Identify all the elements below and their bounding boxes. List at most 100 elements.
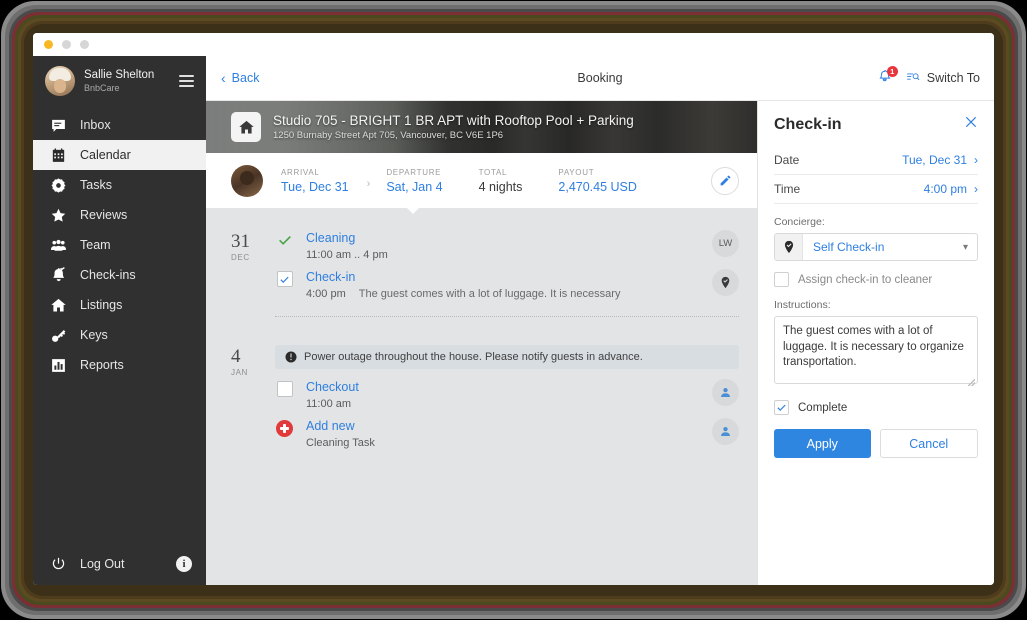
sidebar-item-team[interactable]: Team xyxy=(33,230,206,260)
task-time: 11:00 am .. 4 pm xyxy=(306,249,388,261)
summary-label: PAYOUT xyxy=(558,167,595,177)
add-task-button[interactable] xyxy=(275,418,294,437)
switch-list-icon xyxy=(906,73,920,81)
alert-icon xyxy=(285,351,297,363)
back-button[interactable]: ‹ Back xyxy=(221,71,259,85)
sidebar-item-calendar[interactable]: Calendar xyxy=(33,140,206,170)
sidebar-item-reviews[interactable]: Reviews xyxy=(33,200,206,230)
task-list: 31 DEC Cleaning 11:00 am .. 4 pm LW Chec… xyxy=(206,208,757,585)
chevron-down-icon: ▾ xyxy=(962,241,968,253)
info-icon[interactable]: i xyxy=(176,556,192,572)
chevron-right-icon: › xyxy=(974,182,978,196)
inbox-icon xyxy=(50,117,67,134)
sidebar: Sallie Shelton BnbCare Inbox Calendar Ta… xyxy=(33,56,206,585)
group-gap xyxy=(206,317,757,345)
summary-arrival: ARRIVAL Tue, Dec 31 xyxy=(281,167,349,195)
logout-button[interactable]: Log Out i xyxy=(33,543,206,585)
task-title[interactable]: Check-in xyxy=(306,269,700,286)
sidebar-item-reports[interactable]: Reports xyxy=(33,350,206,380)
sidebar-user-block[interactable]: Sallie Shelton BnbCare xyxy=(33,56,206,108)
assign-cleaner-checkbox[interactable] xyxy=(774,272,789,287)
window-dot-1[interactable] xyxy=(44,40,53,49)
sidebar-item-listings[interactable]: Listings xyxy=(33,290,206,320)
day-marker: 31 DEC xyxy=(231,230,275,317)
checkmark-icon xyxy=(777,404,786,411)
sidebar-item-keys[interactable]: Keys xyxy=(33,320,206,350)
concierge-label: Concierge: xyxy=(774,216,825,228)
task-checkbox[interactable] xyxy=(275,269,294,287)
home-icon xyxy=(50,297,67,314)
team-icon xyxy=(50,237,67,254)
date-value: Tue, Dec 31 xyxy=(902,153,967,167)
date-field[interactable]: Date Tue, Dec 31 › xyxy=(774,146,978,175)
window-dot-3[interactable] xyxy=(80,40,89,49)
summary-label: ARRIVAL xyxy=(281,167,320,177)
task-assignee-badge[interactable] xyxy=(712,379,739,406)
star-icon xyxy=(50,207,67,224)
summary-value[interactable]: Tue, Dec 31 xyxy=(281,179,349,195)
pencil-icon xyxy=(720,175,730,186)
task-done-tick-icon[interactable] xyxy=(275,230,294,248)
tasks-icon xyxy=(50,177,67,194)
window-titlebar xyxy=(33,33,994,56)
task-title[interactable]: Add new xyxy=(306,418,700,435)
instructions-wrap xyxy=(774,316,978,389)
booking-summary: ARRIVAL Tue, Dec 31 › DEPARTURE Sat, Jan… xyxy=(206,153,757,214)
day-number: 31 xyxy=(231,231,250,252)
guest-avatar xyxy=(231,164,263,197)
task-row[interactable]: Check-in 4:00 pm The guest comes with a … xyxy=(275,269,739,308)
summary-total: TOTAL 4 nights xyxy=(479,167,523,195)
summary-value: 4 nights xyxy=(478,179,523,194)
chevron-right-icon: › xyxy=(366,177,371,190)
back-label: Back xyxy=(231,71,260,85)
hamburger-icon[interactable] xyxy=(179,75,194,87)
user-icon xyxy=(721,426,730,437)
instructions-textarea[interactable] xyxy=(774,316,978,384)
apply-button[interactable]: Apply xyxy=(774,429,871,458)
assign-cleaner-label: Assign check-in to cleaner xyxy=(798,273,933,286)
summary-departure: DEPARTURE Sat, Jan 4 xyxy=(386,167,442,195)
task-title[interactable]: Checkout xyxy=(306,379,700,396)
edit-booking-button[interactable] xyxy=(711,166,739,195)
main-area: ‹ Back Booking 1 Switch To Studio 705 - … xyxy=(206,56,994,585)
sidebar-item-check-ins[interactable]: Check-ins xyxy=(33,260,206,290)
complete-checkbox[interactable] xyxy=(774,400,789,415)
task-title[interactable]: Cleaning xyxy=(306,230,700,247)
complete-row[interactable]: Complete xyxy=(774,400,978,415)
instructions-label: Instructions: xyxy=(774,299,831,311)
notifications-button[interactable]: 1 xyxy=(877,66,898,87)
booking-pane: Studio 705 - BRIGHT 1 BR APT with Roofto… xyxy=(206,101,757,585)
summary-value[interactable]: Sat, Jan 4 xyxy=(386,179,442,195)
avatar xyxy=(45,66,75,96)
concierge-value: Self Check-in xyxy=(813,240,885,254)
task-row[interactable]: Cleaning 11:00 am .. 4 pm LW xyxy=(275,230,739,269)
day-notice: Power outage throughout the house. Pleas… xyxy=(275,345,739,369)
day-number: 4 xyxy=(231,346,241,367)
task-row[interactable]: Checkout 11:00 am xyxy=(275,379,739,418)
task-assignee-badge[interactable] xyxy=(712,418,739,445)
plus-icon[interactable] xyxy=(276,420,293,437)
window-dot-2[interactable] xyxy=(62,40,71,49)
checkbox-empty-icon[interactable] xyxy=(276,381,293,397)
close-button[interactable] xyxy=(964,115,978,134)
cancel-button[interactable]: Cancel xyxy=(879,429,978,458)
concierge-select[interactable]: Self Check-in ▾ xyxy=(774,233,978,261)
user-name: Sallie Shelton xyxy=(84,69,155,81)
close-icon xyxy=(965,116,977,128)
switch-to-button[interactable]: Switch To xyxy=(905,71,980,85)
day-group: 4 JAN Power outage throughout the house.… xyxy=(206,345,757,457)
sidebar-item-label: Reviews xyxy=(80,208,128,222)
time-field[interactable]: Time 4:00 pm › xyxy=(774,175,978,204)
summary-value[interactable]: 2,470.45 USD xyxy=(558,179,637,195)
task-row[interactable]: Add new Cleaning Task xyxy=(275,418,739,457)
task-concierge-badge[interactable] xyxy=(712,269,739,296)
task-assignee-badge[interactable]: LW xyxy=(712,230,739,257)
panel-actions: Apply Cancel xyxy=(774,429,978,458)
task-checkbox[interactable] xyxy=(275,379,294,397)
sidebar-item-inbox[interactable]: Inbox xyxy=(33,110,206,140)
day-month: DEC xyxy=(231,253,250,262)
sidebar-item-tasks[interactable]: Tasks xyxy=(33,170,206,200)
assign-cleaner-row[interactable]: Assign check-in to cleaner xyxy=(774,272,978,287)
checkbox-checked-icon[interactable] xyxy=(276,271,293,287)
